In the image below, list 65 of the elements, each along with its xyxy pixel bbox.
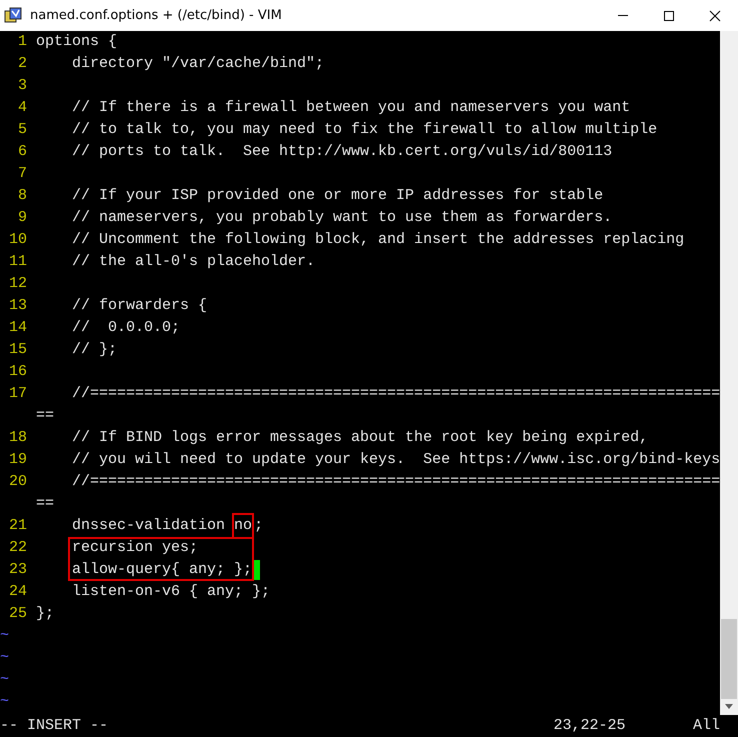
line-number: 15	[8, 340, 27, 360]
code-line: ==	[36, 494, 54, 514]
code-line: directory "/var/cache/bind";	[71, 54, 324, 74]
code-line: };	[36, 604, 54, 624]
line-number: 21	[8, 516, 27, 536]
code-line: ==	[36, 406, 54, 426]
line-number: 3	[18, 76, 27, 96]
code-line: listen-on-v6 { any; };	[71, 582, 270, 602]
empty-line-marker: ~	[0, 626, 10, 646]
code-line: // Uncomment the following block, and insert the addresses replacing	[71, 230, 684, 250]
line-number: 6	[18, 142, 27, 162]
empty-line-marker: ~	[0, 670, 10, 690]
line-number: 10	[8, 230, 27, 250]
code-line: // If BIND logs error messages about the root key being expired,	[71, 428, 648, 448]
scroll-position: All	[692, 716, 720, 736]
code-line: // };	[71, 340, 118, 360]
code-line: // nameservers, you probably want to use them as forwarders.	[71, 208, 612, 228]
mode-indicator: -- INSERT --	[0, 716, 108, 736]
code-line: //======================================================================	[71, 472, 720, 492]
line-number: 22	[8, 538, 27, 558]
code-text: ;	[254, 516, 264, 536]
empty-line-marker: ~	[0, 692, 10, 712]
line-number: 23	[8, 560, 27, 580]
code-line: // 0.0.0.0;	[71, 318, 180, 338]
maximize-icon	[663, 10, 675, 22]
app-icon	[4, 6, 22, 24]
code-line: // If there is a firewall between you and nameservers you want	[71, 98, 630, 118]
line-number: 17	[8, 384, 27, 404]
line-number: 25	[8, 604, 27, 624]
scroll-down-icon[interactable]	[724, 703, 734, 711]
line-number: 19	[8, 450, 27, 470]
line-number: 7	[18, 164, 27, 184]
line-number: 5	[18, 120, 27, 140]
line-number: 8	[18, 186, 27, 206]
empty-line-marker: ~	[0, 648, 10, 668]
line-number: 2	[18, 54, 27, 74]
code-line: //======================================================================	[71, 384, 720, 404]
code-line: recursion yes;	[71, 538, 198, 558]
scrollbar[interactable]	[720, 31, 738, 715]
minimize-icon	[618, 15, 628, 16]
code-line: // forwarders {	[71, 296, 208, 316]
code-line: // to talk to, you may need to fix the firewall to allow multiple	[71, 120, 658, 140]
code-line: // the all-0's placeholder.	[71, 252, 316, 272]
line-number: 24	[8, 582, 27, 602]
code-line: // you will need to update your keys. See https://www.isc.org/bind-keys	[71, 450, 720, 470]
code-line: allow-query{ any; };	[71, 560, 252, 580]
line-number: 13	[8, 296, 27, 316]
code-line: // ports to talk. See http://www.kb.cert.org/vuls/id/800113	[71, 142, 612, 162]
line-number: 4	[18, 98, 27, 118]
line-number: 18	[8, 428, 27, 448]
code-text: dnssec-validation	[71, 516, 226, 536]
line-number: 9	[18, 208, 27, 228]
line-number: 16	[8, 362, 27, 382]
cursor-position: 23,22-25	[553, 716, 626, 736]
line-number: 20	[8, 472, 27, 492]
window-title: named.conf.options + (/etc/bind) - VIM	[30, 6, 282, 25]
close-icon	[709, 10, 721, 22]
code-line: // If your ISP provided one or more IP addresses for stable	[71, 186, 604, 206]
scroll-thumb[interactable]	[721, 619, 737, 699]
annotated-code: no	[234, 515, 252, 537]
line-number: 1	[18, 32, 27, 52]
code-line: options {	[36, 32, 118, 52]
line-number: 14	[8, 318, 27, 338]
line-number: 12	[8, 274, 27, 294]
line-number: 11	[8, 252, 27, 272]
